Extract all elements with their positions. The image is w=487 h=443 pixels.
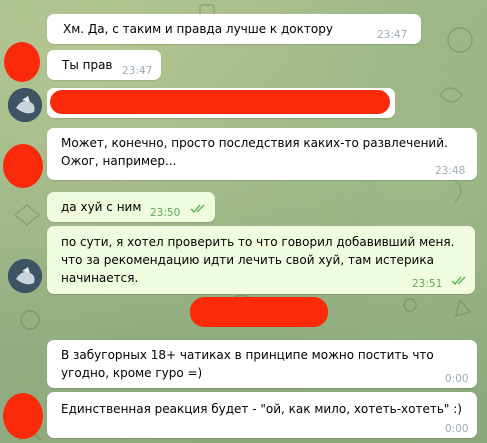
message-text-line: по сути, я хотел проверить то что говори…	[61, 235, 455, 249]
message-text: да хуй с ним	[61, 200, 142, 214]
double-check-icon	[451, 276, 466, 286]
double-check-icon	[190, 204, 205, 214]
message-bubble[interactable]: Ты прав 23:47	[47, 50, 161, 80]
avatar-photo	[8, 259, 42, 293]
message-text-line: угодно, кроме гуро =)	[61, 366, 203, 380]
message-text: Единственная реакция будет - "ой, как ми…	[61, 402, 462, 416]
message-bubble[interactable]: да хуй с ним 23:50	[47, 192, 215, 222]
redaction-bar	[50, 90, 390, 114]
message-text-line: Ожог, например...	[61, 154, 177, 168]
message-time: 0:00	[445, 373, 469, 385]
message-text-line: В забугорных 18+ чатиках в принципе можн…	[61, 348, 434, 362]
avatar-photo	[8, 88, 42, 122]
redacted-avatar	[3, 144, 43, 188]
message-time: 23:48	[435, 165, 466, 177]
message-bubble[interactable]: Единственная реакция будет - "ой, как ми…	[47, 392, 477, 438]
message-text-line: начинается.	[61, 271, 139, 285]
message-bubble[interactable]: Может, конечно, просто последствия каких…	[47, 128, 477, 180]
message-text: Хм. Да, с таким и правда лучше к доктору	[63, 22, 333, 36]
message-text-line: Может, конечно, просто последствия каких…	[61, 136, 448, 150]
message-time: 0:00	[445, 423, 469, 435]
message-bubble[interactable]: В забугорных 18+ чатиках в принципе можн…	[47, 340, 477, 388]
avatar[interactable]	[8, 259, 42, 293]
redacted-avatar	[4, 42, 40, 82]
redaction-bar	[190, 297, 328, 327]
redacted-avatar	[3, 393, 43, 439]
message-text-line: что за рекомендацию идти лечить свой хуй…	[61, 253, 434, 267]
avatar[interactable]	[8, 88, 42, 122]
message-text: Ты прав	[62, 58, 113, 72]
message-bubble[interactable]: по сути, я хотел проверить то что говори…	[47, 226, 475, 294]
message-bubble[interactable]: Хм. Да, с таким и правда лучше к доктору…	[47, 14, 421, 44]
message-time: 23:51	[412, 278, 443, 290]
message-time: 23:47	[377, 29, 408, 41]
message-time: 23:47	[122, 65, 153, 77]
message-time: 23:50	[150, 207, 181, 219]
